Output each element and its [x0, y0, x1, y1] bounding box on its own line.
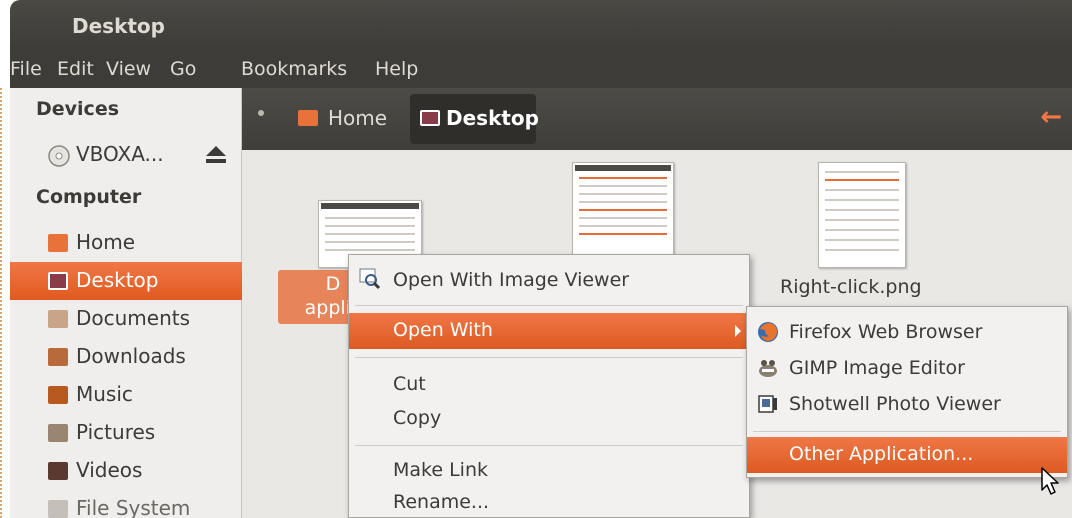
- open-with-submenu: Firefox Web Browser GIMP Image Editor Sh…: [746, 306, 1068, 478]
- menu-item-label: Shotwell Photo Viewer: [789, 393, 1001, 415]
- menu-item-label: Cut: [393, 373, 426, 395]
- menu-item-label: Other Application...: [789, 443, 974, 465]
- submenu-arrow-icon: [735, 325, 741, 337]
- computer-heading: Computer: [36, 186, 142, 208]
- file-manager-window: Desktop File Edit View Go Bookmarks Help…: [10, 0, 1072, 518]
- menu-help[interactable]: Help: [375, 58, 418, 80]
- title-bar[interactable]: Desktop: [10, 0, 1072, 50]
- optical-disc-icon: [48, 145, 70, 167]
- breadcrumb-home[interactable]: Home: [286, 94, 406, 144]
- menu-item-label: Open With Image Viewer: [393, 269, 630, 291]
- sidebar-item-music[interactable]: Music: [10, 376, 242, 414]
- sidebar-item-downloads[interactable]: Downloads: [10, 338, 242, 376]
- shotwell-icon: [758, 395, 777, 413]
- sidebar-item-label: Videos: [76, 458, 143, 482]
- path-scroll-left-icon[interactable]: [258, 110, 264, 116]
- sidebar-item-videos[interactable]: Videos: [10, 452, 242, 490]
- menu-item-cut[interactable]: Cut: [349, 367, 749, 403]
- sidebar-item-label: VBOXA...: [76, 142, 164, 166]
- menu-item-rename[interactable]: Rename...: [349, 485, 749, 518]
- sidebar-item-home[interactable]: Home: [10, 224, 242, 262]
- menu-item-other-application[interactable]: Other Application...: [747, 437, 1067, 473]
- music-folder-icon: [48, 386, 68, 404]
- home-folder-icon: [48, 234, 68, 252]
- breadcrumb-label: Desktop: [446, 106, 539, 130]
- file-thumbnail[interactable]: [572, 162, 674, 256]
- menu-go[interactable]: Go: [170, 58, 196, 80]
- firefox-icon: [758, 322, 778, 342]
- sidebar-item-label: File System: [76, 496, 191, 518]
- menu-view[interactable]: View: [106, 58, 151, 80]
- menu-item-open-with[interactable]: Open With: [349, 313, 749, 349]
- file-name-label[interactable]: Right-click.png: [780, 276, 922, 298]
- sidebar-item-documents[interactable]: Documents: [10, 300, 242, 338]
- sidebar-item-desktop[interactable]: Desktop: [10, 262, 242, 300]
- sidebar-item-label: Music: [76, 382, 133, 406]
- menu-edit[interactable]: Edit: [57, 58, 94, 80]
- menu-item-make-link[interactable]: Make Link: [349, 453, 749, 489]
- menu-bookmarks[interactable]: Bookmarks: [241, 58, 347, 80]
- home-folder-icon: [298, 110, 318, 126]
- sidebar-item-device[interactable]: VBOXA...: [10, 136, 242, 174]
- menu-item-copy[interactable]: Copy: [349, 401, 749, 437]
- file-thumbnail[interactable]: [818, 162, 906, 268]
- menu-item-label: GIMP Image Editor: [789, 357, 965, 379]
- mouse-cursor-icon: [1041, 467, 1059, 495]
- breadcrumb-label: Home: [328, 106, 388, 130]
- sidebar-item-file-system[interactable]: File System: [10, 490, 242, 518]
- context-menu: Open With Image Viewer Open With Cut Cop…: [348, 254, 750, 518]
- image-viewer-icon: [359, 268, 381, 290]
- videos-folder-icon: [48, 462, 68, 480]
- sidebar-item-label: Home: [76, 230, 136, 254]
- sidebar-item-pictures[interactable]: Pictures: [10, 414, 242, 452]
- documents-folder-icon: [48, 310, 68, 328]
- gimp-icon: [759, 360, 777, 377]
- back-arrow-icon[interactable]: ←: [1040, 102, 1062, 132]
- menu-item-label: Copy: [393, 407, 442, 429]
- menu-item-gimp[interactable]: GIMP Image Editor: [747, 351, 1067, 387]
- menu-item-label: Rename...: [393, 491, 490, 513]
- places-sidebar: Devices VBOXA... Computer Home Desktop D…: [10, 88, 242, 518]
- sidebar-item-label: Pictures: [76, 420, 156, 444]
- menu-item-shotwell[interactable]: Shotwell Photo Viewer: [747, 387, 1067, 423]
- desktop-folder-icon: [48, 272, 68, 290]
- desktop-folder-icon: [420, 110, 440, 126]
- menu-bar: File Edit View Go Bookmarks Help: [10, 50, 1072, 88]
- menu-item-label: Firefox Web Browser: [789, 321, 983, 343]
- menu-file[interactable]: File: [10, 58, 42, 80]
- file-system-icon: [48, 500, 68, 518]
- page-edge-decoration: [0, 88, 4, 518]
- sidebar-item-label: Documents: [76, 306, 191, 330]
- path-bar: Home Desktop ←: [242, 88, 1072, 150]
- menu-item-open-with-image-viewer[interactable]: Open With Image Viewer: [349, 263, 749, 299]
- downloads-folder-icon: [48, 348, 68, 366]
- devices-heading: Devices: [36, 98, 120, 120]
- breadcrumb-desktop[interactable]: Desktop: [410, 94, 539, 144]
- pictures-folder-icon: [48, 424, 68, 442]
- window-title: Desktop: [72, 14, 165, 38]
- sidebar-item-label: Desktop: [76, 268, 159, 292]
- menu-item-label: Open With: [393, 319, 493, 341]
- menu-item-firefox[interactable]: Firefox Web Browser: [747, 315, 1067, 351]
- menu-item-label: Make Link: [393, 459, 488, 481]
- sidebar-item-label: Downloads: [76, 344, 186, 368]
